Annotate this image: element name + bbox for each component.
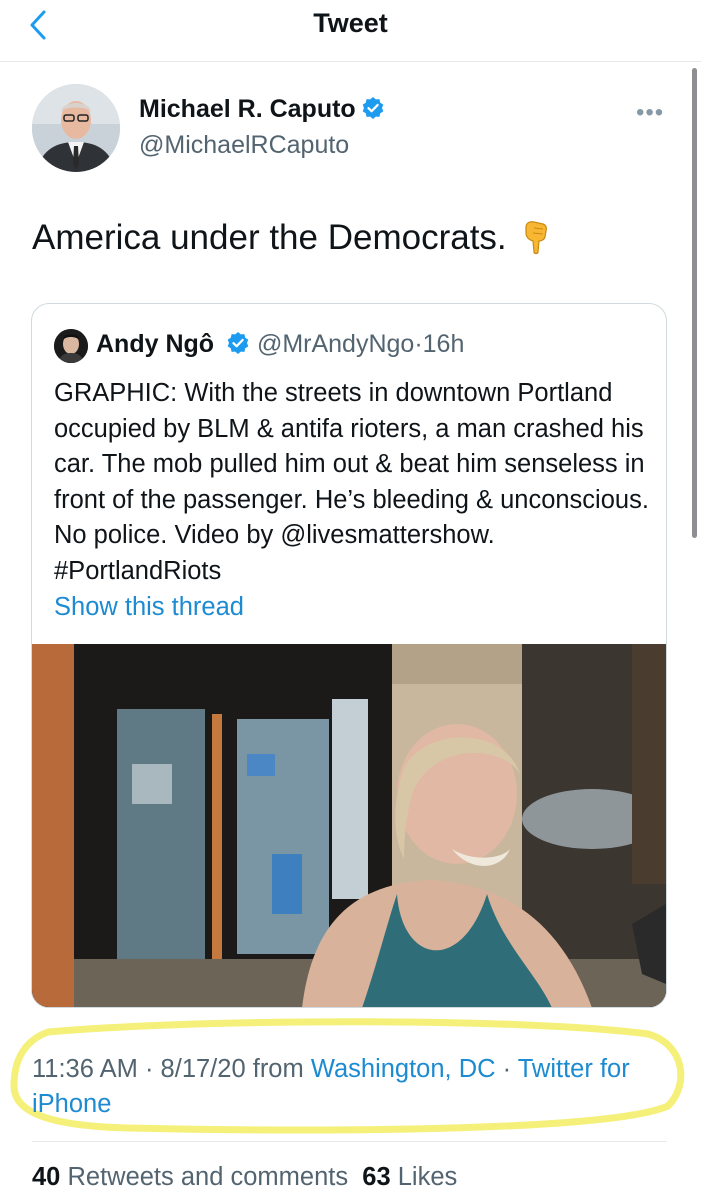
page-title: Tweet — [313, 8, 388, 38]
quote-separator: · — [414, 330, 423, 358]
tweet-metadata: 11:36 AM · 8/17/20 from Washington, DC ·… — [32, 1052, 672, 1122]
scrollbar[interactable] — [692, 68, 697, 538]
tweet-text: America under the Democrats. — [32, 218, 551, 258]
tweet-stats: 40 Retweets and comments 63 Likes — [32, 1163, 457, 1192]
top-bar: Tweet — [0, 0, 701, 62]
likes-stat[interactable]: 63 Likes — [362, 1163, 457, 1191]
likes-count: 63 — [362, 1163, 391, 1191]
quote-author-handle[interactable]: @MrAndyNgo — [257, 330, 414, 358]
quoted-tweet[interactable]: Andy Ngô @MrAndyNgo·16h GRAPHIC: With th… — [31, 303, 667, 1008]
meta-separator: · — [144, 1055, 154, 1083]
show-thread-link[interactable]: Show this thread — [54, 593, 244, 622]
quote-author-name[interactable]: Andy Ngô — [96, 330, 214, 358]
divider — [32, 1141, 667, 1142]
quote-video-thumbnail[interactable] — [32, 644, 666, 1007]
author-handle[interactable]: @MichaelRCaputo — [139, 131, 349, 160]
quote-text: GRAPHIC: With the streets in downtown Po… — [54, 379, 649, 585]
retweets-stat[interactable]: 40 Retweets and comments — [32, 1163, 348, 1191]
retweets-label: Retweets and comments — [67, 1163, 349, 1191]
tweet-location-link[interactable]: Washington, DC — [311, 1055, 496, 1083]
verified-badge-icon — [227, 332, 249, 354]
tweet-date: 8/17/20 — [160, 1055, 246, 1083]
quote-avatar[interactable] — [54, 329, 88, 363]
pointing-down-emoji-icon — [525, 221, 547, 255]
video-frame — [32, 644, 666, 1007]
author-name-text[interactable]: Michael R. Caputo — [139, 95, 356, 123]
likes-label: Likes — [397, 1163, 458, 1191]
more-dots-icon[interactable]: ••• — [636, 99, 664, 127]
retweets-count: 40 — [32, 1163, 61, 1191]
quote-header: Andy Ngô @MrAndyNgo·16h — [96, 330, 464, 359]
author-name[interactable]: Michael R. Caputo — [139, 95, 385, 124]
meta-separator-2: · — [502, 1055, 512, 1083]
avatar[interactable] — [32, 84, 120, 172]
tweet-text-body: America under the Democrats. — [32, 218, 507, 257]
meta-from: from — [252, 1055, 304, 1083]
quote-time: 16h — [422, 330, 465, 358]
verified-badge-icon — [362, 97, 383, 119]
tweet-time: 11:36 AM — [32, 1055, 138, 1083]
